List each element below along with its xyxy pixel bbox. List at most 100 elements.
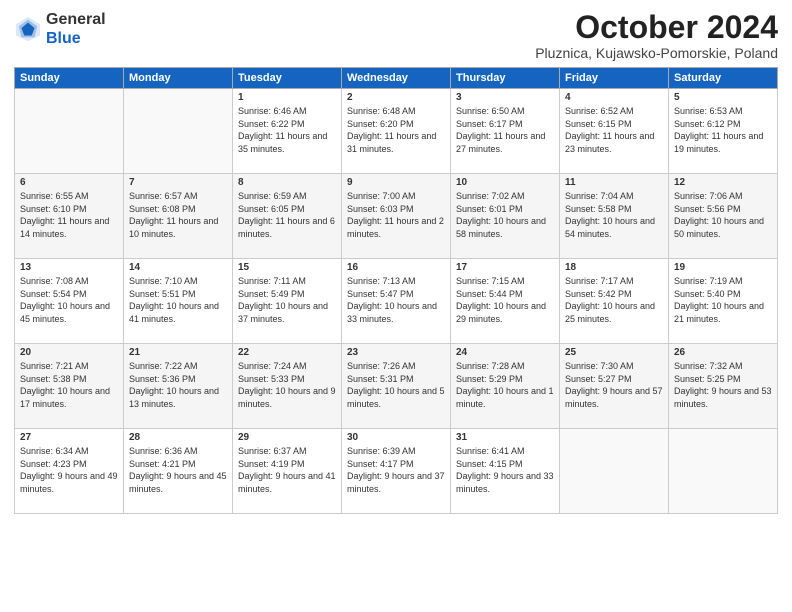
sunset: Sunset: 6:05 PM — [238, 204, 305, 214]
daylight: Daylight: 10 hours and 54 minutes. — [565, 216, 655, 239]
table-row: 18 Sunrise: 7:17 AMSunset: 5:42 PMDayligh… — [560, 259, 669, 344]
day-number: 17 — [456, 262, 554, 273]
sunrise: Sunrise: 7:08 AM — [20, 276, 89, 286]
sunset: Sunset: 5:29 PM — [456, 374, 523, 384]
table-row: 6Sunrise: 6:55 AMSunset: 6:10 PMDaylight… — [15, 174, 124, 259]
sunrise: Sunrise: 7:13 AM — [347, 276, 416, 286]
sunset: Sunset: 6:08 PM — [129, 204, 196, 214]
header-monday: Monday — [124, 68, 233, 89]
cell-content: Sunrise: 7:19 AMSunset: 5:40 PMDaylight:… — [674, 275, 772, 325]
cell-content: Sunrise: 7:06 AMSunset: 5:56 PMDaylight:… — [674, 190, 772, 240]
table-row: 15Sunrise: 7:11 AMSunset: 5:49 PMDayligh… — [233, 259, 342, 344]
day-number: 18 — [565, 262, 663, 273]
sunrise: Sunrise: 7:26 AM — [347, 361, 416, 371]
sunset: Sunset: 5:36 PM — [129, 374, 196, 384]
sunrise: Sunrise: 7:24 AM — [238, 361, 307, 371]
header-tuesday: Tuesday — [233, 68, 342, 89]
sunset: Sunset: 6:10 PM — [20, 204, 87, 214]
header-friday: Friday — [560, 68, 669, 89]
table-row: 30Sunrise: 6:39 AMSunset: 4:17 PMDayligh… — [342, 429, 451, 514]
cell-content: Sunrise: 7:11 AMSunset: 5:49 PMDaylight:… — [238, 275, 336, 325]
sunrise: Sunrise: 6:57 AM — [129, 191, 198, 201]
cell-content: Sunrise: 7:17 AMSunset: 5:42 PMDaylight:… — [565, 275, 663, 325]
day-number: 24 — [456, 347, 554, 358]
cell-content: Sunrise: 6:50 AMSunset: 6:17 PMDaylight:… — [456, 105, 554, 155]
sunset: Sunset: 6:20 PM — [347, 119, 414, 129]
daylight: Daylight: 10 hours and 45 minutes. — [20, 301, 110, 324]
sunrise: Sunrise: 6:55 AM — [20, 191, 89, 201]
cell-content: Sunrise: 7:15 AMSunset: 5:44 PMDaylight:… — [456, 275, 554, 325]
cell-content: Sunrise: 6:34 AMSunset: 4:23 PMDaylight:… — [20, 445, 118, 495]
daylight: Daylight: 11 hours and 27 minutes. — [456, 131, 545, 154]
cell-content: Sunrise: 7:04 AMSunset: 5:58 PMDaylight:… — [565, 190, 663, 240]
logo: General Blue — [14, 10, 106, 48]
daylight: Daylight: 11 hours and 6 minutes. — [238, 216, 335, 239]
daylight: Daylight: 9 hours and 57 minutes. — [565, 386, 663, 409]
daylight: Daylight: 10 hours and 5 minutes. — [347, 386, 445, 409]
header-sunday: Sunday — [15, 68, 124, 89]
page-header: General Blue October 2024 Pluznica, Kuja… — [14, 10, 778, 61]
daylight: Daylight: 10 hours and 21 minutes. — [674, 301, 764, 324]
logo-text: General Blue — [46, 10, 106, 48]
table-row — [669, 429, 778, 514]
table-row: 8Sunrise: 6:59 AMSunset: 6:05 PMDaylight… — [233, 174, 342, 259]
cell-content: Sunrise: 6:53 AMSunset: 6:12 PMDaylight:… — [674, 105, 772, 155]
table-row: 25Sunrise: 7:30 AMSunset: 5:27 PMDayligh… — [560, 344, 669, 429]
cell-content: Sunrise: 6:57 AM Sunset: 6:08 PM Daylight:… — [129, 190, 227, 240]
sunrise: Sunrise: 6:48 AM — [347, 106, 416, 116]
table-row: 28Sunrise: 6:36 AMSunset: 4:21 PMDayligh… — [124, 429, 233, 514]
sunset: Sunset: 6:12 PM — [674, 119, 741, 129]
day-number: 20 — [20, 347, 118, 358]
table-row: 4Sunrise: 6:52 AMSunset: 6:15 PMDaylight… — [560, 89, 669, 174]
day-number: 2 — [347, 92, 445, 103]
sunset: Sunset: 5:47 PM — [347, 289, 414, 299]
table-row: 31Sunrise: 6:41 AMSunset: 4:15 PMDayligh… — [451, 429, 560, 514]
sunrise: Sunrise: 6:36 AM — [129, 446, 198, 456]
daylight: Daylight: 11 hours and 10 minutes. — [129, 216, 218, 239]
cell-content: Sunrise: 7:22 AMSunset: 5:36 PMDaylight:… — [129, 360, 227, 410]
table-row: 27Sunrise: 6:34 AMSunset: 4:23 PMDayligh… — [15, 429, 124, 514]
day-number: 11 — [565, 177, 663, 188]
sunrise: Sunrise: 7:21 AM — [20, 361, 89, 371]
daylight: Daylight: 10 hours and 29 minutes. — [456, 301, 546, 324]
sunset: Sunset: 5:44 PM — [456, 289, 523, 299]
cell-content: Sunrise: 7:00 AMSunset: 6:03 PMDaylight:… — [347, 190, 445, 240]
daylight: Daylight: 11 hours and 14 minutes. — [20, 216, 109, 239]
day-number: 19 — [674, 262, 772, 273]
day-number: 28 — [129, 432, 227, 443]
table-row: 14Sunrise: 7:10 AMSunset: 5:51 PMDayligh… — [124, 259, 233, 344]
table-row: 26Sunrise: 7:32 AMSunset: 5:25 PMDayligh… — [669, 344, 778, 429]
sunrise: Sunrise: 7:28 AM — [456, 361, 525, 371]
sunrise: Sunrise: 7:32 AM — [674, 361, 743, 371]
sunset: Sunset: 5:56 PM — [674, 204, 741, 214]
daylight: Daylight: 9 hours and 45 minutes. — [129, 471, 227, 494]
sunset: Sunset: 5:51 PM — [129, 289, 196, 299]
daylight: Daylight: 9 hours and 53 minutes. — [674, 386, 772, 409]
sunset: Sunset: 4:15 PM — [456, 459, 523, 469]
table-row: 22Sunrise: 7:24 AMSunset: 5:33 PMDayligh… — [233, 344, 342, 429]
daylight: Daylight: 11 hours and 31 minutes. — [347, 131, 436, 154]
cell-content: Sunrise: 6:41 AMSunset: 4:15 PMDaylight:… — [456, 445, 554, 495]
table-row: 16Sunrise: 7:13 AMSunset: 5:47 PMDayligh… — [342, 259, 451, 344]
cell-content: Sunrise: 6:37 AMSunset: 4:19 PMDaylight:… — [238, 445, 336, 495]
day-number: 12 — [674, 177, 772, 188]
sunrise: Sunrise: 7:11 AM — [238, 276, 306, 286]
cell-content: Sunrise: 6:46 AMSunset: 6:22 PMDaylight:… — [238, 105, 336, 155]
table-row: 1Sunrise: 6:46 AMSunset: 6:22 PMDaylight… — [233, 89, 342, 174]
day-number: 13 — [20, 262, 118, 273]
day-number: 21 — [129, 347, 227, 358]
sunset: Sunset: 5:42 PM — [565, 289, 632, 299]
daylight: Daylight: 10 hours and 25 minutes. — [565, 301, 655, 324]
table-row: 2 Sunrise: 6:48 AM Sunset: 6:20 PM Daylight… — [342, 89, 451, 174]
sunrise: Sunrise: 6:34 AM — [20, 446, 89, 456]
day-number: 5 — [674, 92, 772, 103]
sunset: Sunset: 6:15 PM — [565, 119, 632, 129]
day-number: 9 — [347, 177, 445, 188]
daylight: Daylight: 11 hours and 2 minutes. — [347, 216, 444, 239]
table-row: 12 Sunrise: 7:06 AMSunset: 5:56 PMDayligh… — [669, 174, 778, 259]
daylight: Daylight: 10 hours and 33 minutes. — [347, 301, 437, 324]
table-row: 23Sunrise: 7:26 AMSunset: 5:31 PMDayligh… — [342, 344, 451, 429]
cell-content: Sunrise: 6:48 AM Sunset: 6:20 PM Daylight:… — [347, 105, 445, 155]
sunset: Sunset: 6:17 PM — [456, 119, 523, 129]
sunset: Sunset: 5:40 PM — [674, 289, 741, 299]
